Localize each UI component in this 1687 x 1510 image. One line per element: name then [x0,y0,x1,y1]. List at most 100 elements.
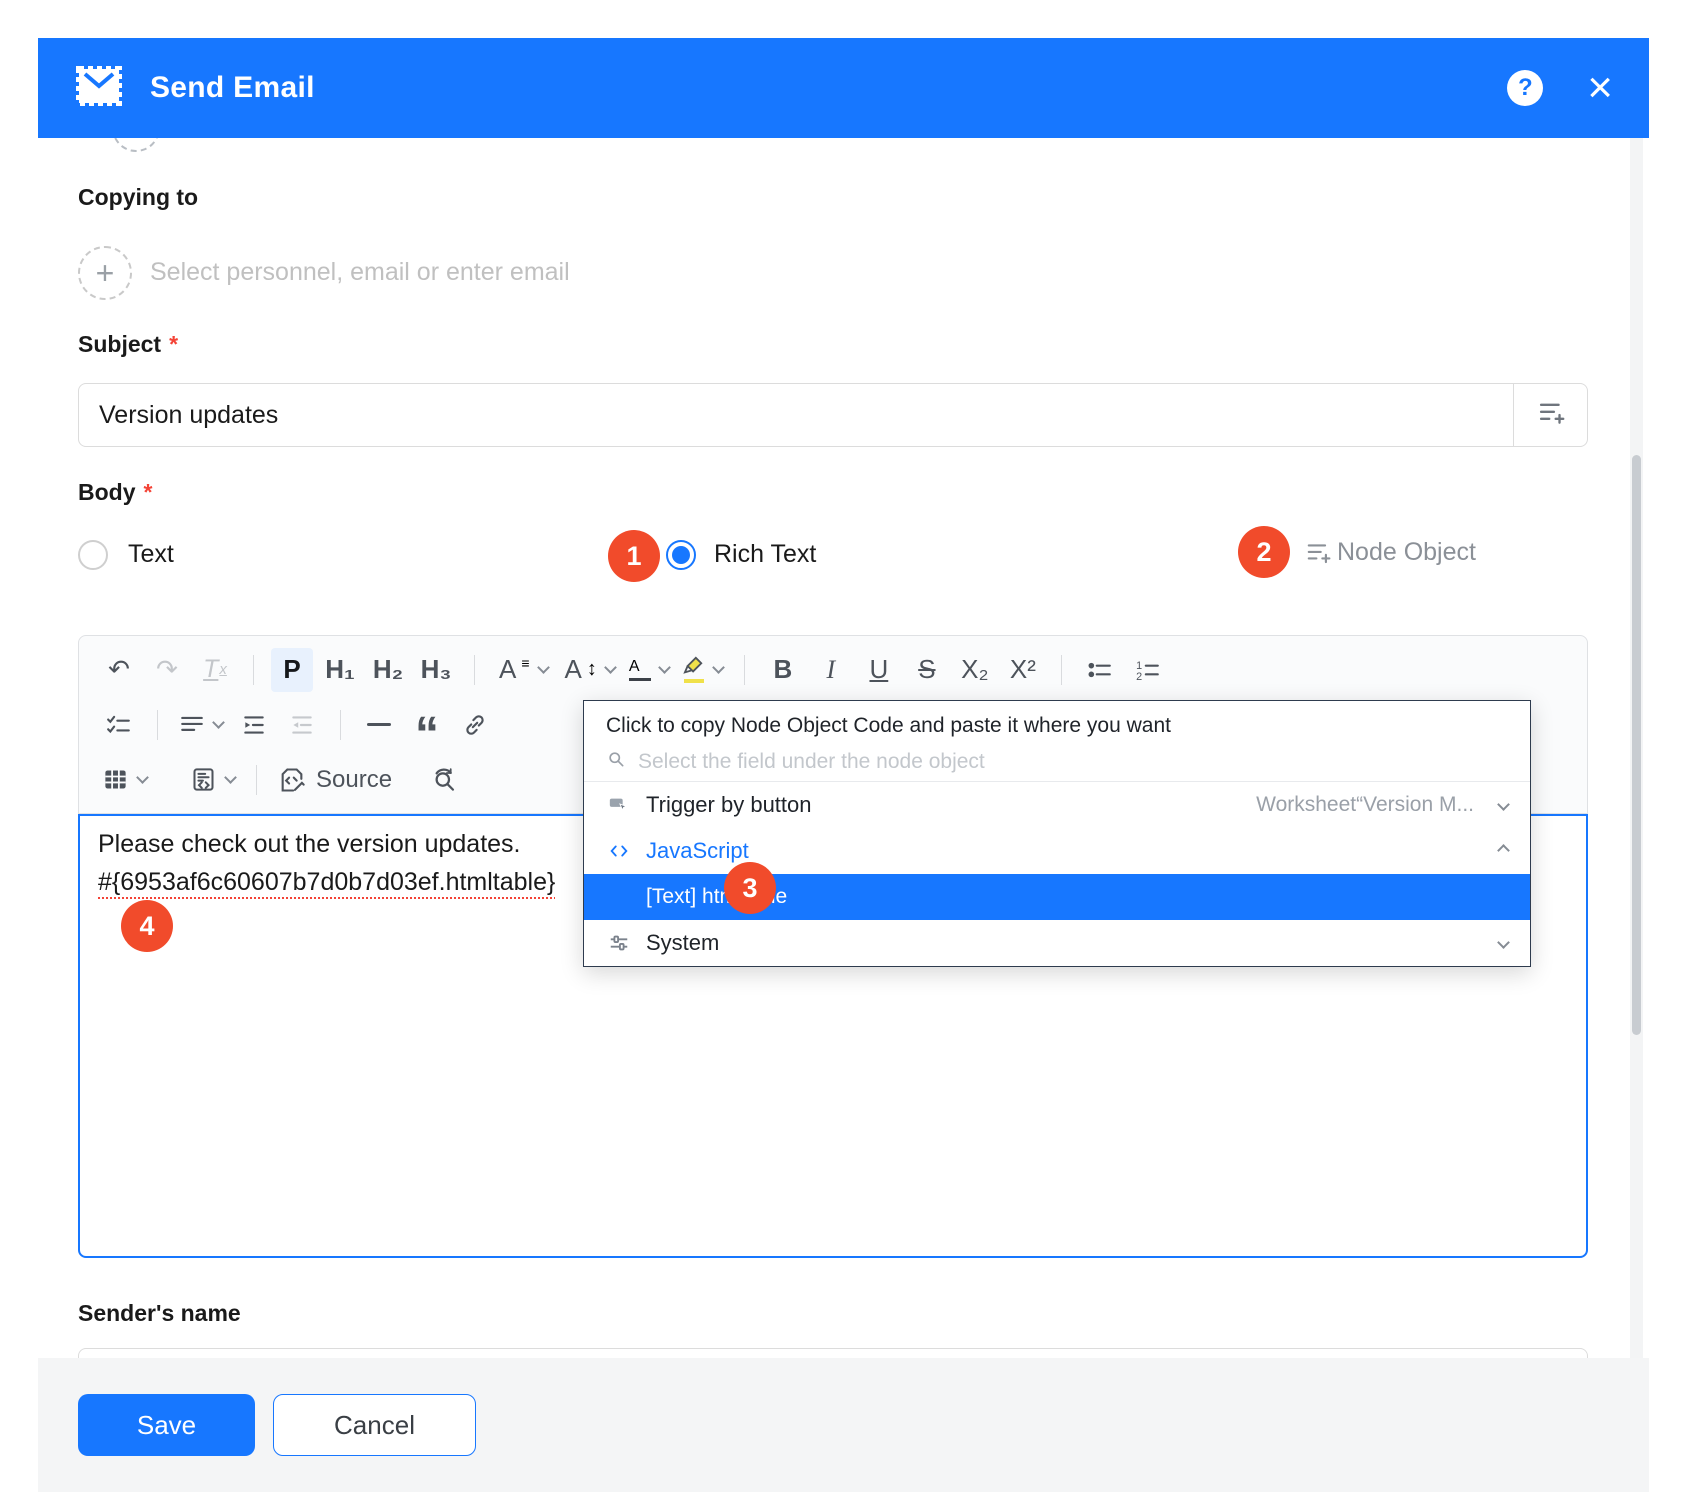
italic-icon[interactable]: I [810,648,852,692]
source-label: Source [316,766,392,794]
node-object-button[interactable]: Node Object [1305,538,1476,567]
save-button[interactable]: Save [78,1394,255,1456]
toolbar-divider [1061,655,1062,685]
search-icon [606,749,626,774]
paragraph-button[interactable]: P [271,648,313,692]
body-mode-row: Text 1 Rich Text 2 Node Object [78,528,1588,586]
ordered-list-icon[interactable]: 1 2 [1127,648,1169,692]
strikethrough-icon[interactable]: S [906,648,948,692]
source-button[interactable]: Source [274,758,396,802]
step-badge-3: 3 [724,862,776,914]
panel-hint: Click to copy Node Object Code and paste… [584,701,1530,740]
clear-format-icon[interactable]: Tx [194,648,236,692]
copying-to-placeholder[interactable]: Select personnel, email or enter email [150,258,570,287]
underline-icon[interactable]: U [858,648,900,692]
chevron-down-icon [537,661,550,674]
align-dropdown[interactable] [175,703,227,747]
copying-to-label: Copying to [78,184,198,211]
bold-icon[interactable]: B [762,648,804,692]
toolbar-divider [744,655,745,685]
send-email-dialog: Send Email ? × Copying to + Select perso… [0,0,1687,1510]
panel-item-right-text: Worksheet“Version M... [1256,793,1474,817]
heading1-button[interactable]: H₁ [319,648,361,692]
toolbar-divider [340,710,341,740]
chevron-down-icon [136,771,149,784]
cancel-button[interactable]: Cancel [273,1394,476,1456]
line-height-icon: A [565,648,582,692]
superscript-icon[interactable]: X² [1002,648,1044,692]
chevron-up-icon[interactable] [1497,844,1510,857]
panel-item-system[interactable]: System [584,920,1530,966]
help-icon[interactable]: ? [1507,70,1543,106]
dialog-footer: Save Cancel [38,1358,1649,1492]
required-mark: * [144,479,153,505]
font-size-dropdown[interactable]: A≡ [492,648,552,692]
body-label: Body* [78,479,152,506]
scrollbar-thumb[interactable] [1632,455,1641,1035]
subject-label: Subject* [78,331,178,358]
radio-text[interactable] [78,540,108,570]
code-icon [606,840,632,862]
line-height-dropdown[interactable]: A↕ [558,648,619,692]
redo-icon[interactable]: ↷ [146,648,188,692]
code-template-icon [190,766,217,793]
subject-node-object-button[interactable] [1513,384,1587,446]
chevron-down-icon [604,661,617,674]
code-template-dropdown[interactable] [186,758,239,802]
chevron-down-icon[interactable] [1497,936,1510,949]
send-email-icon [74,64,124,113]
chevron-down-icon[interactable] [1497,798,1510,811]
subject-field [78,383,1588,447]
radio-rich-text[interactable] [666,540,696,570]
sender-name-label: Sender's name [78,1300,241,1327]
chevron-down-icon [212,716,225,729]
dialog-header: Send Email ? × [38,38,1649,138]
node-object-panel: Click to copy Node Object Code and paste… [583,700,1531,967]
heading2-button[interactable]: H₂ [367,648,409,692]
table-dropdown[interactable] [98,758,151,802]
link-icon[interactable] [454,703,496,747]
panel-search-input[interactable] [638,750,1508,774]
heading3-button[interactable]: H₃ [415,648,457,692]
font-color-dropdown[interactable]: A [625,648,673,692]
panel-item-label: System [646,930,719,956]
highlight-icon [683,656,705,683]
chevron-down-icon [224,771,237,784]
node-object-icon [1305,540,1331,566]
highlight-dropdown[interactable] [679,648,727,692]
sliders-icon [606,932,632,954]
toolbar-divider [474,655,475,685]
find-replace-icon[interactable] [423,758,465,802]
step-badge-4: 4 [121,900,173,952]
outdent-icon[interactable] [281,703,323,747]
toolbar-divider [253,655,254,685]
node-object-label: Node Object [1337,538,1476,567]
checklist-icon[interactable] [98,703,140,747]
trigger-button-icon [606,794,632,816]
panel-item-trigger-by-button[interactable]: Trigger by button Worksheet“Version M... [584,782,1530,828]
add-recipient-button[interactable]: + [78,246,132,300]
step-badge-1: 1 [608,530,660,582]
subject-input[interactable] [79,384,1513,446]
chevron-down-icon [658,661,671,674]
panel-item-label: JavaScript [646,838,749,864]
dialog-title: Send Email [150,71,315,105]
panel-item-label: Trigger by button [646,792,812,818]
font-color-icon: A [629,659,651,681]
node-object-code-token: #{6953af6c60607b7d0b7d03ef.htmltable} [98,868,555,897]
chevron-down-icon [712,661,725,674]
close-icon[interactable]: × [1587,66,1613,110]
radio-text-label[interactable]: Text [128,540,174,569]
panel-item-javascript[interactable]: JavaScript [584,828,1530,874]
source-icon [278,766,306,794]
subscript-icon[interactable]: X₂ [954,648,996,692]
bullet-list-icon[interactable] [1079,648,1121,692]
blockquote-icon[interactable]: “ [406,703,448,747]
undo-icon[interactable]: ↶ [98,648,140,692]
svg-text:2: 2 [1136,670,1142,682]
radio-rich-text-label[interactable]: Rich Text [714,540,816,569]
font-size-icon: A [499,648,516,692]
indent-icon[interactable] [233,703,275,747]
horizontal-rule-icon[interactable] [358,703,400,747]
scrollbar-track[interactable] [1630,138,1643,1358]
